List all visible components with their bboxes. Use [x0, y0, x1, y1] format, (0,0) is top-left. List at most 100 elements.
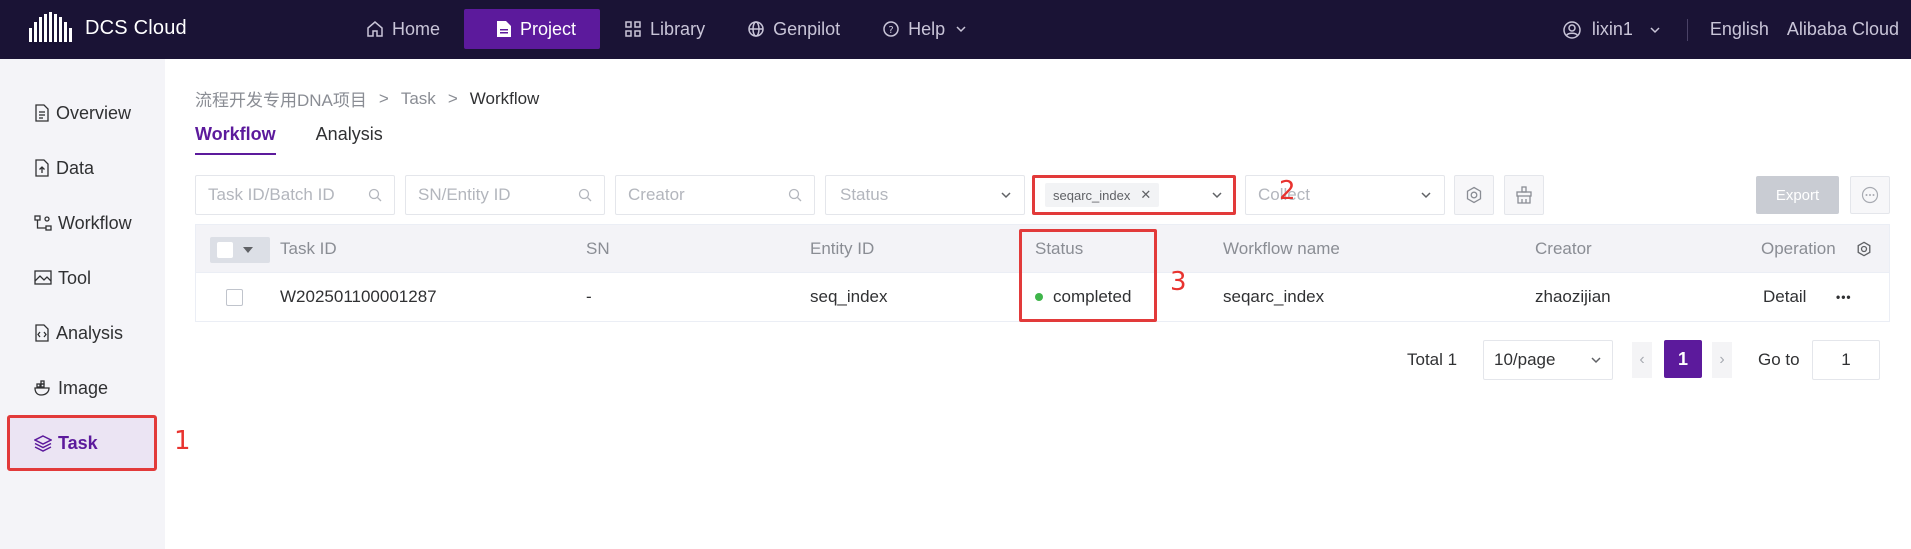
- column-entity-id: Entity ID: [810, 239, 875, 258]
- goto-page-input[interactable]: 1: [1812, 340, 1880, 380]
- breadcrumb-separator: >: [447, 88, 458, 108]
- more-options-button[interactable]: [1850, 176, 1890, 214]
- svg-text:?: ?: [888, 25, 893, 36]
- chevron-down-icon: [1212, 192, 1222, 199]
- column-workflow-name: Workflow name: [1223, 239, 1340, 258]
- column-settings-button[interactable]: [1856, 225, 1872, 273]
- tabs: Workflow Analysis: [195, 124, 423, 155]
- image-icon: [34, 270, 52, 285]
- collect-select[interactable]: Collect: [1245, 175, 1445, 215]
- creator-search-input[interactable]: Creator: [615, 175, 815, 215]
- nav-help[interactable]: ? Help: [864, 9, 985, 49]
- status-select[interactable]: Status: [825, 175, 1025, 215]
- sidebar-item-task[interactable]: Task: [7, 415, 157, 471]
- breadcrumb-task[interactable]: Task: [401, 89, 436, 109]
- file-upload-icon: [35, 159, 49, 177]
- sidebar-item-data[interactable]: Data: [7, 140, 157, 196]
- main-nav: Home Project Library Genpilot ? Help: [348, 9, 991, 49]
- pagination-total: Total 1: [1407, 350, 1458, 369]
- user-menu[interactable]: lixin1: [1562, 19, 1661, 40]
- sidebar-item-label: Image: [58, 377, 109, 398]
- chevron-down-icon: [1591, 357, 1601, 364]
- column-sn: SN: [586, 239, 610, 258]
- filter-settings-button[interactable]: [1454, 175, 1494, 215]
- chevron-down-icon: [956, 26, 966, 33]
- column-operation: Operation: [1761, 239, 1836, 258]
- prev-page-button[interactable]: ‹: [1632, 342, 1652, 378]
- cell-entity-id: seq_index: [810, 287, 888, 306]
- clear-filters-button[interactable]: [1504, 175, 1544, 215]
- nav-genpilot-label: Genpilot: [773, 18, 841, 39]
- chevron-down-icon: [1001, 192, 1011, 199]
- sidebar: Overview Data Workflow Tool Analysis Ima…: [0, 59, 165, 549]
- more-circle-icon: [1861, 186, 1879, 204]
- broom-icon: [1516, 186, 1532, 204]
- file-text-icon: [35, 104, 49, 122]
- home-icon: [367, 21, 383, 37]
- export-button[interactable]: Export: [1756, 176, 1839, 214]
- tab-analysis[interactable]: Analysis: [316, 124, 383, 155]
- nav-project-label: Project: [520, 18, 577, 39]
- workflow-icon: [34, 215, 52, 231]
- detail-link[interactable]: Detail: [1763, 273, 1806, 321]
- breadcrumb-current: Workflow: [469, 88, 540, 108]
- page-number-button[interactable]: 1: [1664, 340, 1702, 378]
- sn-search-input[interactable]: SN/Entity ID: [405, 175, 605, 215]
- gear-icon: [1466, 186, 1482, 204]
- sidebar-item-analysis[interactable]: Analysis: [7, 305, 157, 361]
- chevron-down-icon: [1421, 192, 1431, 199]
- logo[interactable]: DCS Cloud: [29, 11, 187, 45]
- select-all-checkbox[interactable]: [210, 237, 270, 263]
- sidebar-item-image[interactable]: Image: [7, 360, 157, 416]
- goto-label: Go to: [1758, 350, 1800, 369]
- code-icon: [35, 324, 49, 342]
- next-page-button[interactable]: ›: [1712, 342, 1732, 378]
- sidebar-item-label: Task: [58, 432, 98, 453]
- cell-sn: -: [586, 287, 592, 306]
- nav-project[interactable]: Project: [464, 9, 601, 49]
- annotation-1: 1: [174, 426, 191, 456]
- sidebar-item-label: Data: [56, 157, 95, 178]
- globe-icon: [748, 21, 764, 37]
- grid-icon: [625, 21, 641, 37]
- top-right-menu: lixin1 English Alibaba Cloud: [1562, 0, 1911, 59]
- cell-workflow-name: seqarc_index: [1223, 287, 1325, 306]
- row-more-button[interactable]: •••: [1836, 273, 1852, 321]
- close-icon[interactable]: ✕: [1140, 187, 1151, 203]
- row-checkbox[interactable]: [226, 289, 243, 306]
- nav-library-label: Library: [650, 18, 706, 39]
- cell-task-id: W202501100001287: [280, 287, 437, 306]
- column-task-id: Task ID: [280, 239, 337, 258]
- sidebar-item-label: Workflow: [58, 212, 132, 233]
- status-placeholder: Status: [840, 185, 889, 204]
- nav-genpilot[interactable]: Genpilot: [729, 9, 858, 49]
- nav-library[interactable]: Library: [606, 9, 723, 49]
- sidebar-item-tool[interactable]: Tool: [7, 250, 157, 306]
- breadcrumb-separator: >: [378, 88, 389, 108]
- checkbox-box: [217, 242, 233, 258]
- tab-workflow[interactable]: Workflow: [195, 124, 276, 155]
- sn-placeholder: SN/Entity ID: [418, 185, 511, 204]
- document-icon: [497, 21, 512, 37]
- task-id-search-input[interactable]: Task ID/Batch ID: [195, 175, 395, 215]
- search-icon: [788, 188, 802, 202]
- sidebar-item-label: Overview: [56, 102, 132, 123]
- cell-creator: zhaozijian: [1535, 287, 1611, 306]
- workflow-select[interactable]: seqarc_index ✕: [1032, 175, 1236, 215]
- user-name: lixin1: [1591, 19, 1633, 39]
- sidebar-item-overview[interactable]: Overview: [7, 85, 157, 141]
- language-switch[interactable]: English: [1710, 19, 1769, 40]
- status-highlight-box: [1019, 229, 1157, 322]
- page-size-select[interactable]: 10/page: [1483, 340, 1613, 380]
- sidebar-item-workflow[interactable]: Workflow: [7, 195, 157, 251]
- help-icon: ?: [883, 21, 899, 37]
- nav-home-label: Home: [392, 18, 441, 39]
- gear-icon: [1857, 241, 1871, 257]
- breadcrumb-project[interactable]: 流程开发专用DNA项目: [195, 86, 367, 111]
- workflow-tag: seqarc_index ✕: [1045, 183, 1160, 207]
- docker-icon: [34, 380, 50, 396]
- workflow-tag-label: seqarc_index: [1053, 187, 1131, 203]
- nav-home[interactable]: Home: [348, 9, 458, 49]
- region-switch[interactable]: Alibaba Cloud: [1787, 19, 1899, 40]
- top-navbar: DCS Cloud Home Project Library Genpilot …: [0, 0, 1911, 59]
